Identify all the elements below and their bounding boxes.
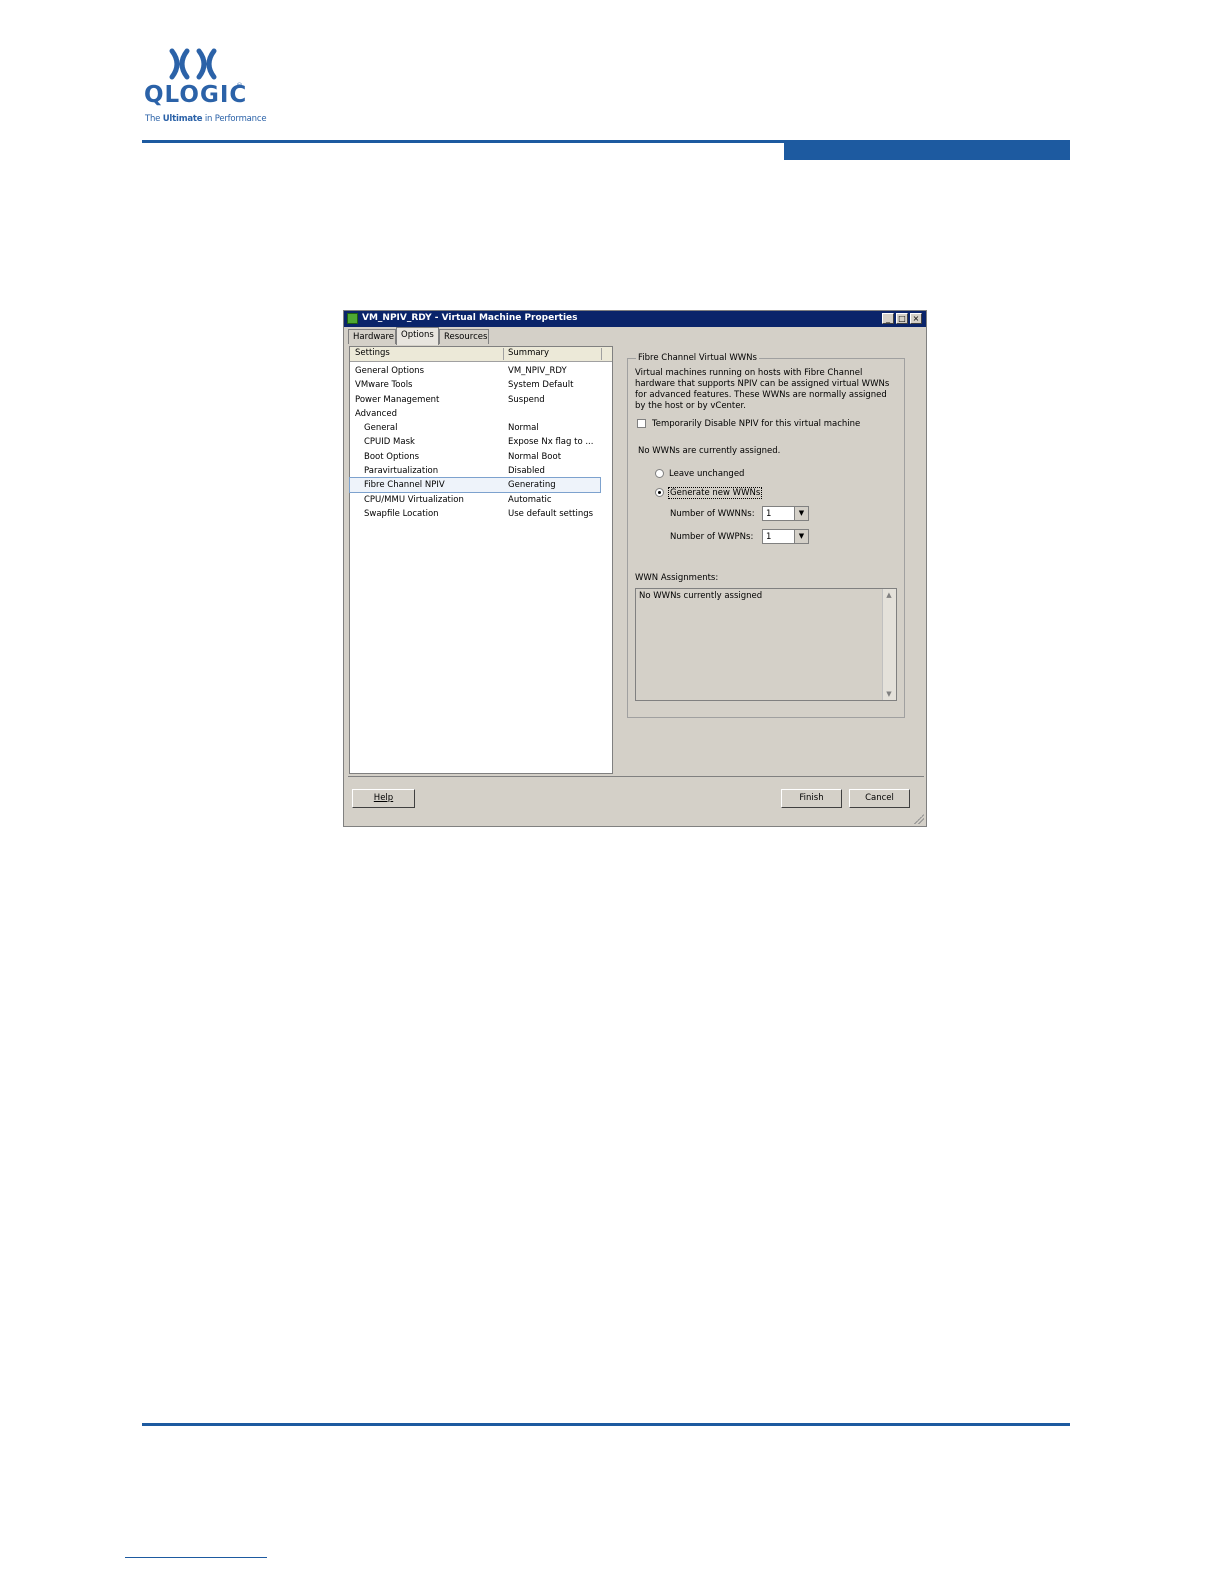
list-item[interactable]: General Options VM_NPIV_RDY	[350, 364, 612, 378]
list-item[interactable]: CPUID Mask Expose Nx flag to ...	[350, 435, 612, 449]
setting-name: CPU/MMU Virtualization	[364, 495, 464, 505]
leave-unchanged-label[interactable]: Leave unchanged	[669, 469, 744, 479]
maximize-button[interactable]: □	[896, 313, 908, 324]
wwnn-value: 1	[766, 509, 772, 519]
list-item[interactable]: Advanced	[350, 407, 612, 421]
tab-options[interactable]: Options	[396, 327, 439, 345]
generate-wwns-radio[interactable]	[655, 488, 664, 497]
column-divider[interactable]	[503, 348, 504, 360]
disable-npiv-checkbox[interactable]	[637, 419, 646, 428]
scroll-down-icon[interactable]: ▼	[883, 688, 895, 700]
vertical-scrollbar[interactable]: ▲ ▼	[882, 589, 896, 700]
list-item[interactable]: VMware Tools System Default	[350, 378, 612, 392]
wwnn-label: Number of WWNNs:	[670, 509, 755, 519]
resize-grip-icon[interactable]	[914, 814, 924, 824]
setting-summary: System Default	[508, 380, 574, 390]
setting-summary: Suspend	[508, 395, 545, 405]
column-settings[interactable]: Settings	[355, 348, 390, 360]
setting-name: Fibre Channel NPIV	[364, 480, 445, 490]
close-button[interactable]: ×	[910, 313, 922, 324]
column-divider[interactable]	[601, 348, 602, 360]
wwn-group-box: Fibre Channel Virtual WWNs Virtual machi…	[627, 353, 905, 718]
assignments-text: No WWNs currently assigned	[639, 591, 763, 601]
tagline-suffix: in Performance	[202, 114, 267, 124]
setting-name: Power Management	[355, 395, 440, 405]
vm-icon	[347, 313, 358, 324]
settings-list[interactable]: Settings Summary General Options VM_NPIV_…	[349, 346, 613, 774]
setting-name: Paravirtualization	[364, 466, 439, 476]
list-item[interactable]: Power Management Suspend	[350, 393, 612, 407]
setting-summary: Normal	[508, 423, 539, 433]
footer-link-underline	[125, 1557, 267, 1558]
setting-name: CPUID Mask	[364, 437, 415, 447]
dialog-title: VM_NPIV_RDY - Virtual Machine Properties	[362, 313, 578, 323]
setting-name: Advanced	[355, 409, 397, 419]
list-item-selected[interactable]: Fibre Channel NPIV Generating	[349, 477, 601, 493]
footer-divider	[348, 776, 924, 777]
list-item[interactable]: Paravirtualization Disabled	[350, 464, 612, 478]
tab-hardware[interactable]: Hardware	[348, 329, 396, 344]
qlogic-logo-icon	[169, 48, 217, 80]
tagline-bold: Ultimate	[162, 114, 203, 124]
npiv-description: Virtual machines running on hosts with F…	[635, 368, 890, 411]
scroll-up-icon[interactable]: ▲	[883, 589, 895, 601]
disable-npiv-label[interactable]: Temporarily Disable NPIV for this virtua…	[652, 419, 860, 429]
generate-wwns-label[interactable]: Generate new WWNs	[668, 487, 763, 499]
logo-tagline: The Ultimate in Performance	[145, 114, 267, 124]
chevron-down-icon[interactable]: ▼	[794, 507, 808, 520]
setting-name: General Options	[355, 366, 424, 376]
wwpn-select[interactable]: 1 ▼	[762, 529, 809, 544]
setting-name: Boot Options	[364, 452, 420, 462]
minimize-button[interactable]: _	[882, 313, 894, 324]
setting-name: General	[364, 423, 398, 433]
help-button[interactable]: Help	[352, 789, 415, 808]
setting-summary: VM_NPIV_RDY	[508, 366, 567, 376]
wwn-status-text: No WWNs are currently assigned.	[638, 446, 781, 456]
radio-selected-dot	[658, 491, 661, 494]
list-item[interactable]: CPU/MMU Virtualization Automatic	[350, 493, 612, 507]
cancel-button[interactable]: Cancel	[849, 789, 910, 808]
setting-summary: Expose Nx flag to ...	[508, 437, 594, 447]
setting-summary: Generating	[508, 480, 556, 490]
leave-unchanged-radio[interactable]	[655, 469, 664, 478]
footer-rule	[142, 1423, 1070, 1426]
dialog-titlebar[interactable]: VM_NPIV_RDY - Virtual Machine Properties…	[344, 311, 926, 327]
tagline-prefix: The	[145, 114, 163, 124]
setting-summary: Normal Boot	[508, 452, 562, 462]
header-tab-bar	[784, 143, 1070, 160]
wwpn-value: 1	[766, 532, 772, 542]
assignments-label: WWN Assignments:	[635, 573, 719, 583]
setting-summary: Disabled	[508, 466, 545, 476]
registered-mark: ®	[236, 82, 243, 90]
list-item[interactable]: Swapfile Location Use default settings	[350, 507, 612, 521]
list-item[interactable]: General Normal	[350, 421, 612, 435]
group-title: Fibre Channel Virtual WWNs	[636, 353, 759, 363]
wwn-assignments-textarea[interactable]: No WWNs currently assigned ▲ ▼	[635, 588, 897, 701]
wwnn-select[interactable]: 1 ▼	[762, 506, 809, 521]
setting-name: VMware Tools	[355, 380, 413, 390]
finish-button[interactable]: Finish	[781, 789, 842, 808]
chevron-down-icon[interactable]: ▼	[794, 530, 808, 543]
setting-summary: Use default settings	[508, 509, 594, 519]
column-summary[interactable]: Summary	[508, 348, 549, 360]
list-item[interactable]: Boot Options Normal Boot	[350, 450, 612, 464]
wwpn-label: Number of WWPNs:	[670, 532, 754, 542]
vm-properties-dialog: VM_NPIV_RDY - Virtual Machine Properties…	[343, 310, 927, 827]
list-header: Settings Summary	[350, 347, 612, 362]
setting-name: Swapfile Location	[364, 509, 439, 519]
logo-wordmark: QLOGIC	[144, 82, 248, 108]
npiv-panel: Fibre Channel Virtual WWNs Virtual machi…	[613, 346, 925, 774]
setting-summary: Automatic	[508, 495, 552, 505]
tab-resources[interactable]: Resources	[439, 329, 489, 344]
